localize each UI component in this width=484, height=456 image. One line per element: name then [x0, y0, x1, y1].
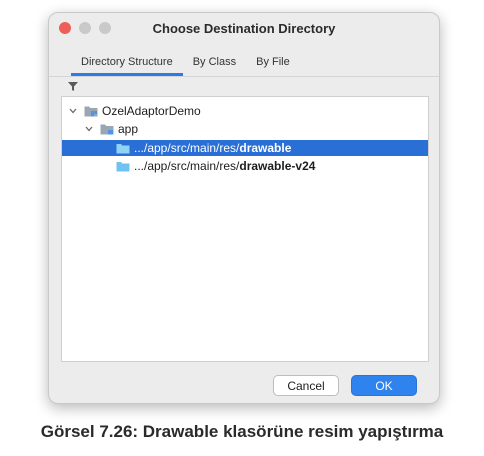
cancel-button[interactable]: Cancel [273, 375, 339, 396]
tree-row-drawable[interactable]: .../app/src/main/res/drawable [62, 140, 428, 156]
tab-by-file[interactable]: By File [246, 53, 300, 76]
tree-row-drawable-v24-prefix: .../app/src/main/res/ [134, 159, 240, 173]
tree-row-drawable-v24[interactable]: .../app/src/main/res/drawable-v24 [62, 158, 428, 174]
window-controls [59, 22, 111, 34]
zoom-window-icon[interactable] [99, 22, 111, 34]
tree-row-drawable-v24-name: drawable-v24 [239, 159, 316, 173]
folder-icon [116, 143, 130, 153]
filter-icon[interactable] [66, 79, 80, 93]
close-window-icon[interactable] [59, 22, 71, 34]
tab-by-class[interactable]: By Class [183, 53, 246, 76]
ok-button[interactable]: OK [351, 375, 417, 396]
dialog-title: Choose Destination Directory [152, 20, 336, 36]
figure-caption: Görsel 7.26: Drawable klasörüne resim ya… [40, 422, 444, 441]
directory-tree[interactable]: OzelAdaptorDemo app .../app/src/main/res… [61, 96, 429, 362]
module-folder-icon [100, 124, 114, 135]
tab-directory-structure[interactable]: Directory Structure [71, 53, 183, 76]
project-module-icon [84, 106, 98, 117]
chevron-down-icon[interactable] [68, 106, 78, 116]
choose-destination-dialog: Choose Destination Directory Directory S… [48, 12, 440, 404]
tree-row-app[interactable]: app [62, 121, 428, 137]
tree-row-drawable-prefix: .../app/src/main/res/ [134, 141, 240, 155]
folder-icon [116, 161, 130, 171]
tree-row-root-label: OzelAdaptorDemo [102, 104, 201, 118]
tree-row-app-label: app [118, 122, 139, 136]
tab-bar: Directory Structure By Class By File [71, 53, 300, 76]
tab-divider [49, 76, 439, 77]
tree-row-root[interactable]: OzelAdaptorDemo [62, 103, 428, 119]
chevron-down-icon[interactable] [84, 124, 94, 134]
tree-row-drawable-name: drawable [239, 141, 292, 155]
minimize-window-icon[interactable] [79, 22, 91, 34]
title-bar: Choose Destination Directory [49, 13, 439, 43]
